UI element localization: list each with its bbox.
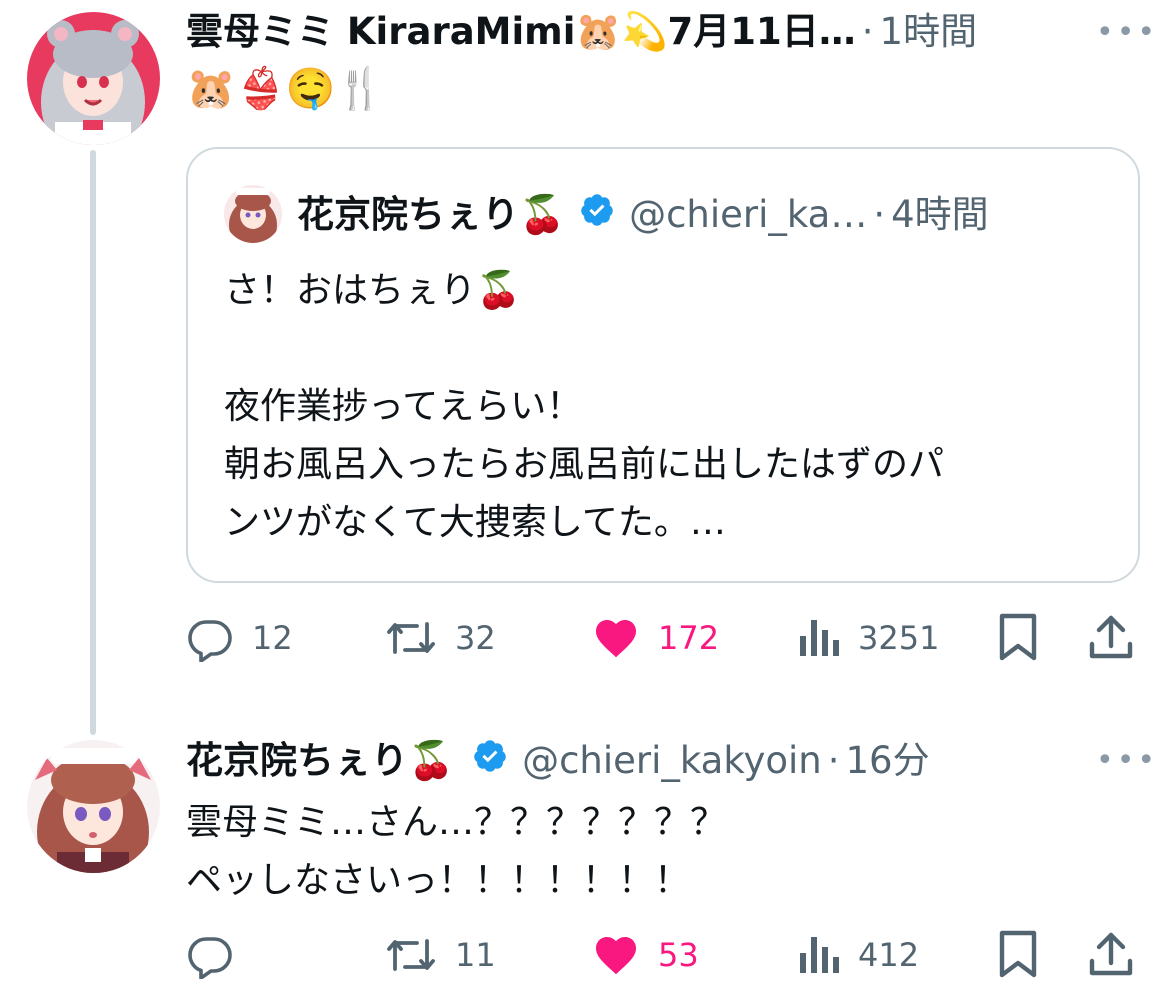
- views-icon: [796, 614, 840, 662]
- tweet2-display-name[interactable]: 花京院ちぇり🍒: [186, 739, 454, 783]
- share-icon: [1088, 929, 1134, 979]
- tweet1-like-count: 172: [658, 619, 720, 657]
- bookmark-icon: [996, 612, 1040, 662]
- separator-dot: ·: [827, 739, 840, 782]
- retweet-icon: [385, 614, 437, 662]
- tweet1-text: 🐹👙🤤🍴: [186, 66, 386, 112]
- reply-icon: [186, 614, 234, 662]
- views-icon: [796, 931, 840, 979]
- quote-avatar-chieri: [224, 185, 282, 243]
- tweet1-share-button[interactable]: [1088, 612, 1134, 662]
- tweet2-bookmark-button[interactable]: [996, 929, 1040, 979]
- verified-badge-icon: [579, 192, 615, 238]
- tweet1-views-count: 3251: [858, 619, 940, 657]
- avatar-kiraramimi[interactable]: [27, 12, 160, 145]
- retweet-icon: [385, 931, 437, 979]
- tweet1-bookmark-button[interactable]: [996, 612, 1040, 662]
- quote-text-line-1: さ！おはちぇり🍒: [224, 270, 521, 311]
- quote-text-line-3: 夜作業捗ってえらい！: [224, 386, 583, 427]
- tweet2-like-button[interactable]: 53: [592, 931, 699, 979]
- tweet2-header: 花京院ちぇり🍒 @chieri_kakyoin · 16分: [186, 738, 930, 784]
- separator-dot: ·: [861, 10, 874, 53]
- quote-display-name: 花京院ちぇり🍒: [297, 193, 566, 236]
- tweet1-views-button[interactable]: 3251: [796, 614, 939, 662]
- heart-icon: [592, 931, 640, 979]
- tweet1-retweet-button[interactable]: 32: [385, 614, 496, 662]
- share-icon: [1088, 612, 1134, 662]
- tweet2-retweet-button[interactable]: 11: [385, 931, 496, 979]
- tweet2-text-line-1: 雲母ミミ…さん…？？？？？？？: [186, 802, 727, 843]
- tweet1-more-icon[interactable]: •••: [1096, 18, 1158, 48]
- tweet1-timestamp[interactable]: 1時間: [880, 10, 978, 54]
- tweet2-text-line-2: ペッしなさいっ！！！！！！！: [186, 860, 691, 901]
- quote-timestamp: 4時間: [891, 193, 989, 236]
- tweet1-header: 雲母ミミ KiraraMimi🐹💫7月11日… · 1時間: [186, 10, 977, 54]
- tweet2-like-count: 53: [658, 936, 699, 974]
- tweet1-like-button[interactable]: 172: [592, 614, 719, 662]
- quote-handle: @chieri_ka…: [629, 193, 868, 236]
- bookmark-icon: [996, 929, 1040, 979]
- tweet2-reply-button[interactable]: [186, 931, 252, 979]
- tweet2-share-button[interactable]: [1088, 929, 1134, 979]
- tweet1-reply-button[interactable]: 12: [186, 614, 293, 662]
- tweet2-timestamp[interactable]: 16分: [846, 739, 930, 783]
- tweet2-more-icon[interactable]: •••: [1096, 746, 1158, 776]
- tweet2-handle[interactable]: @chieri_kakyoin: [522, 739, 822, 783]
- tweet2-views-count: 412: [858, 936, 920, 974]
- quote-text-line-4: 朝お風呂入ったらお風呂前に出したはずのパ: [224, 444, 945, 485]
- tweet1-display-name[interactable]: 雲母ミミ KiraraMimi🐹💫7月11日…: [186, 10, 856, 54]
- tweet1-reply-count: 12: [252, 619, 293, 657]
- tweet2-retweet-count: 11: [455, 936, 496, 974]
- quote-header: 花京院ちぇり🍒 @chieri_ka… · 4時間: [297, 192, 989, 238]
- thread-connector-line: [90, 150, 96, 735]
- separator-dot: ·: [873, 193, 886, 236]
- avatar-chieri-kakyoin[interactable]: [27, 740, 160, 873]
- verified-badge-icon: [472, 738, 508, 784]
- heart-icon: [592, 614, 640, 662]
- tweet2-views-button[interactable]: 412: [796, 931, 919, 979]
- tweet1-retweet-count: 32: [455, 619, 496, 657]
- reply-icon: [186, 931, 234, 979]
- quote-text-line-5: ンツがなくて大捜索してた。…: [224, 502, 726, 543]
